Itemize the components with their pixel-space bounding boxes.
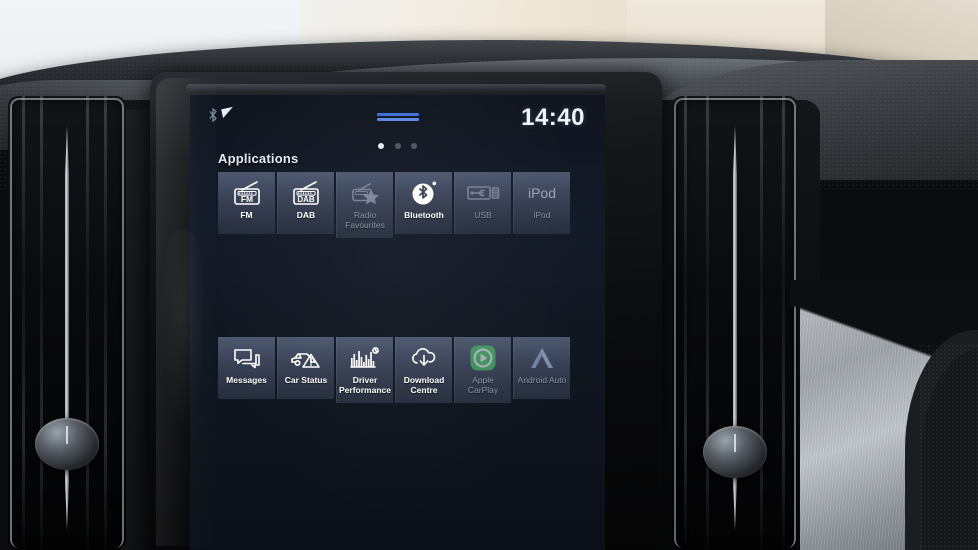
- app-tile-android-auto[interactable]: Android Auto: [513, 337, 570, 399]
- bluetooth-icon: [409, 179, 439, 207]
- radio-fm-icon: FM: [229, 179, 265, 207]
- bezel-reflection: [160, 230, 206, 430]
- app-tile-label: iPod: [533, 210, 551, 220]
- page-title: Applications: [218, 151, 299, 166]
- app-tile-label: USB: [474, 210, 492, 220]
- page-dot-2[interactable]: [394, 143, 401, 149]
- app-tile-apple-carplay[interactable]: Apple CarPlay: [454, 337, 511, 403]
- pull-down-handle-icon[interactable]: [376, 113, 419, 122]
- app-tile-label: Messages: [226, 375, 267, 385]
- car-warning-icon: [289, 344, 323, 372]
- car-dashboard-scene: 14:40 Applications FM FM DAB DAB Radio F…: [0, 0, 978, 550]
- app-tile-bluetooth[interactable]: Bluetooth: [395, 172, 452, 234]
- air-vent-left[interactable]: [8, 96, 126, 550]
- app-tile-label: DAB: [296, 210, 316, 220]
- status-bar: 14:40: [190, 95, 605, 140]
- app-tile-label: Driver Performance: [339, 375, 391, 395]
- door-card-texture: [920, 345, 978, 550]
- app-tile-messages[interactable]: Messages: [218, 337, 275, 399]
- navigation-arrow-icon: [221, 106, 235, 119]
- app-tile-download-centre[interactable]: Download Centre: [395, 337, 452, 403]
- app-tile-label: Bluetooth: [404, 210, 444, 220]
- page-dot-1[interactable]: [378, 143, 385, 149]
- bar-chart-icon: [348, 344, 382, 372]
- vent-control-knob-right[interactable]: [703, 426, 767, 478]
- app-tile-label: Car Status: [284, 375, 328, 385]
- app-tile-label: Radio Favourites: [345, 210, 385, 230]
- vehicle-apps-row: Messages Car Status Driver Performance D…: [218, 337, 570, 403]
- app-tile-label: Apple CarPlay: [467, 375, 499, 395]
- app-tile-driver-performance[interactable]: Driver Performance: [336, 337, 393, 403]
- svg-text:FM: FM: [240, 194, 252, 204]
- app-tile-label: Download Centre: [403, 375, 445, 395]
- app-tile-radio-favourites[interactable]: Radio Favourites: [336, 172, 393, 238]
- infotainment-screen[interactable]: 14:40 Applications FM FM DAB DAB Radio F…: [190, 95, 605, 550]
- app-tile-usb[interactable]: USB: [454, 172, 511, 234]
- vent-control-knob-left[interactable]: [35, 418, 99, 470]
- bezel-highlight: [186, 84, 606, 92]
- app-tile-label: Android Auto: [517, 375, 567, 385]
- cloud-download-icon: [408, 344, 440, 372]
- clock: 14:40: [521, 104, 585, 131]
- usb-icon: [465, 179, 501, 207]
- app-tile-label: FM: [240, 210, 253, 220]
- radio-star-icon: [347, 179, 383, 207]
- svg-text:iPod: iPod: [528, 185, 556, 201]
- android-auto-icon: [527, 344, 557, 372]
- messages-icon: [231, 344, 263, 372]
- app-tile-car-status[interactable]: Car Status: [277, 337, 334, 399]
- app-tile-ipod[interactable]: iPod iPod: [513, 172, 570, 234]
- svg-text:DAB: DAB: [297, 195, 315, 204]
- air-vent-right[interactable]: [672, 96, 798, 550]
- app-tile-fm[interactable]: FM FM: [218, 172, 275, 234]
- page-dot-3[interactable]: [410, 143, 417, 149]
- app-tile-dab[interactable]: DAB DAB: [277, 172, 334, 234]
- apple-carplay-icon: [469, 344, 497, 372]
- radio-dab-icon: DAB: [288, 179, 324, 207]
- media-sources-row: FM FM DAB DAB Radio Favourites Bluetooth…: [218, 172, 570, 238]
- ipod-text-icon: iPod: [520, 179, 564, 207]
